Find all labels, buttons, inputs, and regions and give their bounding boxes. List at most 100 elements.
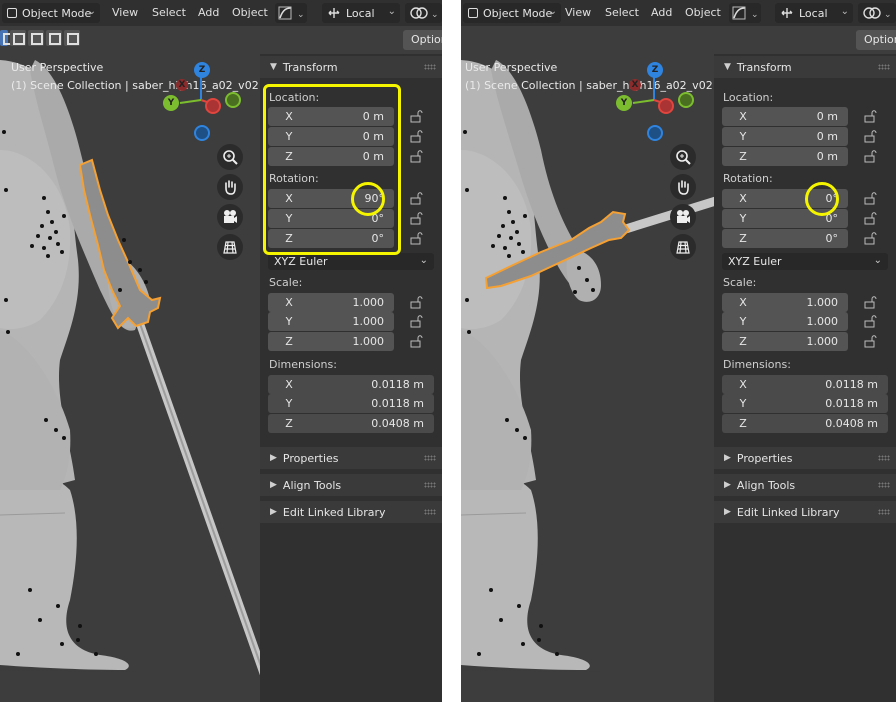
gizmo-y-axis[interactable]: Y: [163, 95, 179, 111]
pan-button[interactable]: [670, 174, 696, 200]
lock-icon[interactable]: [864, 110, 878, 123]
location-z-field[interactable]: Z 0 m: [722, 147, 848, 166]
zoom-button[interactable]: [670, 144, 696, 170]
gizmo-x-axis[interactable]: [658, 98, 674, 114]
select-intersect-button[interactable]: [64, 30, 80, 46]
lock-icon[interactable]: [864, 192, 878, 205]
properties-section-header[interactable]: ▶ Properties: [714, 447, 896, 469]
gizmo-x-axis-label[interactable]: X: [629, 79, 641, 91]
dimensions-y-field[interactable]: Y 0.0118 m: [722, 394, 888, 413]
drag-grip-icon[interactable]: [424, 509, 436, 515]
transform-section-header[interactable]: ▼ Transform: [714, 56, 896, 78]
select-new-button[interactable]: [0, 30, 15, 46]
overlay-toggle-button[interactable]: ⌄: [275, 3, 307, 23]
gizmo-x-axis-label[interactable]: X: [176, 79, 188, 91]
rotation-mode-dropdown[interactable]: XYZ Euler ⌄: [268, 253, 434, 270]
gizmo-z-axis[interactable]: Z: [194, 62, 210, 78]
dimensions-z-field[interactable]: Z 0.0408 m: [722, 414, 888, 433]
view-perspective-label: User Perspective: [465, 61, 558, 74]
chevron-right-icon: ▶: [270, 507, 277, 517]
object-mode-dropdown[interactable]: Object Mode ⌄: [463, 3, 561, 23]
lock-icon[interactable]: [410, 335, 424, 348]
drag-grip-icon[interactable]: [424, 455, 436, 461]
lock-icon[interactable]: [864, 130, 878, 143]
gizmo-x-axis[interactable]: [205, 98, 221, 114]
edit-linked-library-section-header[interactable]: ▶ Edit Linked Library: [260, 501, 442, 523]
lock-icon[interactable]: [410, 212, 424, 225]
lock-icon[interactable]: [864, 232, 878, 245]
rotation-mode-dropdown[interactable]: XYZ Euler ⌄: [722, 253, 888, 270]
scale-y-field[interactable]: Y 1.000: [722, 312, 848, 331]
dimensions-x-field[interactable]: X 0.0118 m: [722, 375, 888, 394]
gizmo-neg-y-axis[interactable]: [678, 92, 694, 108]
scale-x-field[interactable]: X 1.000: [268, 293, 394, 312]
transform-orientation-dropdown[interactable]: Local ⌄: [775, 3, 853, 23]
lock-icon[interactable]: [864, 296, 878, 309]
object-mode-dropdown[interactable]: Object Mode ⌄: [2, 3, 100, 23]
camera-view-button[interactable]: [670, 204, 696, 230]
menu-object[interactable]: Object: [685, 6, 721, 19]
gizmo-neg-z-axis[interactable]: [194, 125, 210, 141]
svg-text:⌄: ⌄: [884, 10, 892, 20]
align-tools-section-header[interactable]: ▶ Align Tools: [260, 474, 442, 496]
scale-z-field[interactable]: Z 1.000: [722, 332, 848, 351]
gizmo-z-axis[interactable]: Z: [647, 62, 663, 78]
drag-grip-icon[interactable]: [424, 482, 436, 488]
curve-icon: ⌄: [732, 6, 759, 20]
ortho-toggle-button[interactable]: [217, 234, 243, 260]
drag-grip-icon[interactable]: [878, 455, 890, 461]
lock-icon[interactable]: [410, 232, 424, 245]
lock-icon[interactable]: [410, 110, 424, 123]
chevron-right-icon: ▶: [270, 453, 277, 463]
zoom-button[interactable]: [217, 144, 243, 170]
dimensions-x-field[interactable]: X 0.0118 m: [268, 375, 434, 394]
drag-grip-icon[interactable]: [424, 64, 436, 70]
scale-z-field[interactable]: Z 1.000: [268, 332, 394, 351]
options-button[interactable]: Options: [403, 30, 442, 50]
menu-object[interactable]: Object: [232, 6, 268, 19]
scale-y-field[interactable]: Y 1.000: [268, 312, 394, 331]
pivot-link-button[interactable]: ⌄: [405, 3, 442, 23]
overlay-toggle-button[interactable]: ⌄: [729, 3, 761, 23]
lock-icon[interactable]: [410, 130, 424, 143]
menu-add[interactable]: Add: [651, 6, 672, 19]
menu-add[interactable]: Add: [198, 6, 219, 19]
gizmo-neg-z-axis[interactable]: [647, 125, 663, 141]
select-extend-button[interactable]: [10, 30, 26, 46]
rotation-z-field[interactable]: Z 0°: [722, 229, 848, 248]
drag-grip-icon[interactable]: [878, 509, 890, 515]
options-button[interactable]: Options: [856, 30, 896, 50]
align-tools-section-header[interactable]: ▶ Align Tools: [714, 474, 896, 496]
select-subtract-button[interactable]: [28, 30, 44, 46]
edit-linked-library-section-header[interactable]: ▶ Edit Linked Library: [714, 501, 896, 523]
transform-section-header[interactable]: ▼ Transform: [260, 56, 442, 78]
lock-icon[interactable]: [864, 315, 878, 328]
pivot-link-button[interactable]: ⌄: [858, 3, 896, 23]
lock-icon[interactable]: [410, 192, 424, 205]
select-invert-button[interactable]: [46, 30, 62, 46]
menu-view[interactable]: View: [565, 6, 591, 19]
menu-select[interactable]: Select: [605, 6, 639, 19]
menu-select[interactable]: Select: [152, 6, 186, 19]
drag-grip-icon[interactable]: [878, 64, 890, 70]
dimensions-z-field[interactable]: Z 0.0408 m: [268, 414, 434, 433]
pan-button[interactable]: [217, 174, 243, 200]
drag-grip-icon[interactable]: [878, 482, 890, 488]
dimensions-y-field[interactable]: Y 0.0118 m: [268, 394, 434, 413]
camera-view-button[interactable]: [217, 204, 243, 230]
scale-x-field[interactable]: X 1.000: [722, 293, 848, 312]
gizmo-neg-y-axis[interactable]: [225, 92, 241, 108]
transform-orientation-dropdown[interactable]: Local ⌄: [322, 3, 400, 23]
properties-section-header[interactable]: ▶ Properties: [260, 447, 442, 469]
lock-icon[interactable]: [864, 212, 878, 225]
lock-icon[interactable]: [864, 335, 878, 348]
lock-icon[interactable]: [864, 150, 878, 163]
lock-icon[interactable]: [410, 150, 424, 163]
ortho-toggle-button[interactable]: [670, 234, 696, 260]
lock-icon[interactable]: [410, 315, 424, 328]
lock-icon[interactable]: [410, 296, 424, 309]
menu-view[interactable]: View: [112, 6, 138, 19]
location-y-field[interactable]: Y 0 m: [722, 127, 848, 146]
gizmo-y-axis[interactable]: Y: [616, 95, 632, 111]
location-x-field[interactable]: X 0 m: [722, 107, 848, 126]
